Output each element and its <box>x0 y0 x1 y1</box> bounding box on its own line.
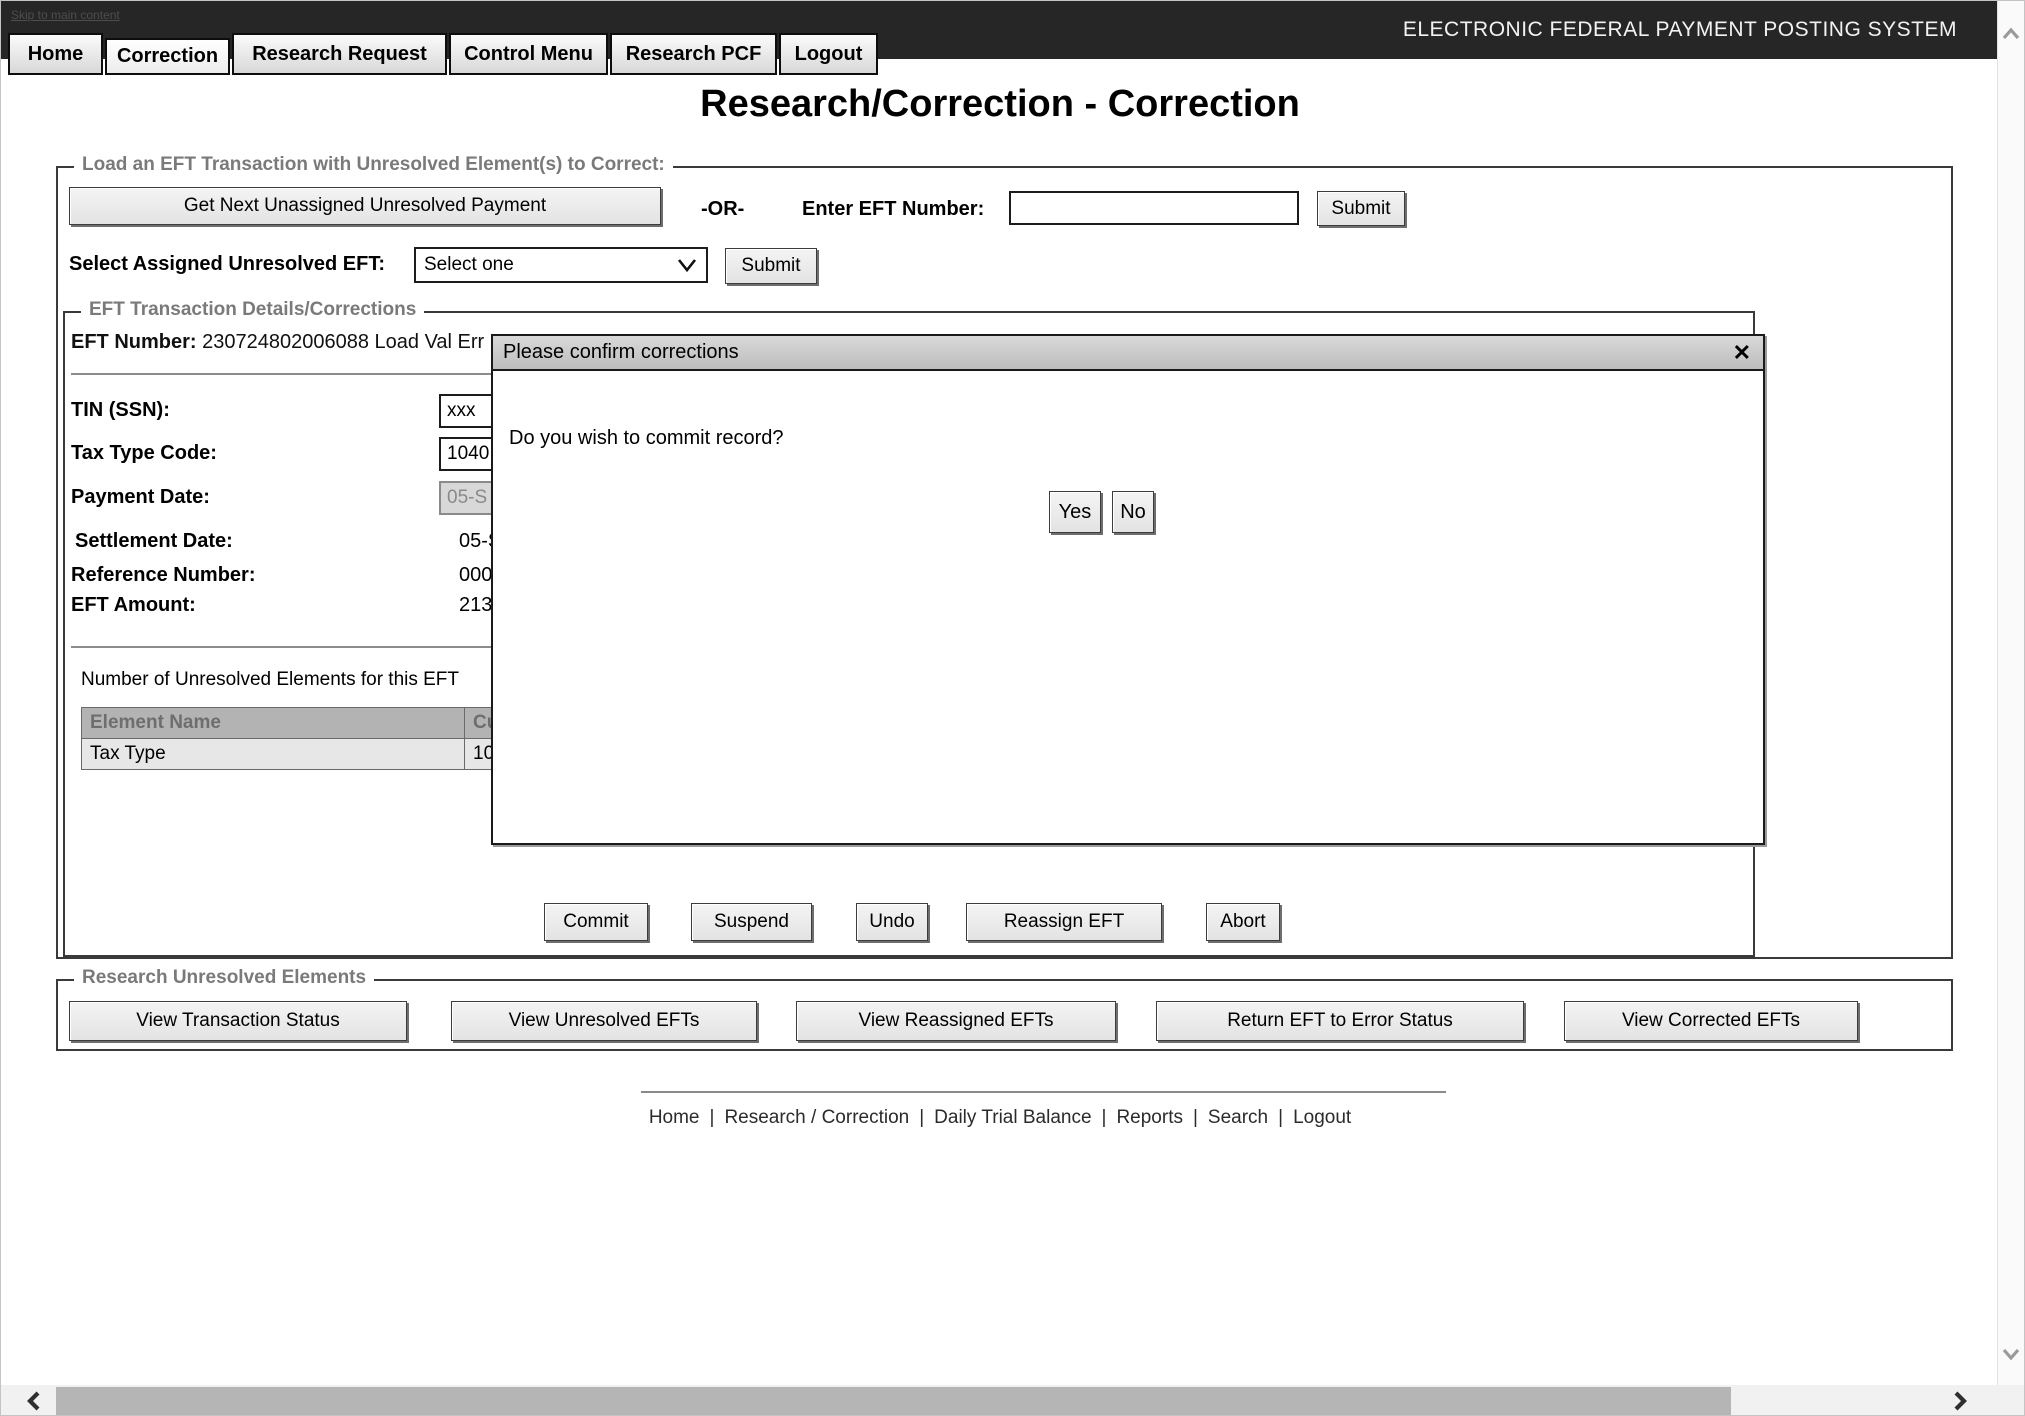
load-eft-legend: Load an EFT Transaction with Unresolved … <box>74 154 673 176</box>
tab-control-menu[interactable]: Control Menu <box>449 33 608 75</box>
page-title: Research/Correction - Correction <box>1 83 1999 126</box>
footer-separator: | <box>909 1107 934 1128</box>
assigned-eft-select-value: Select one <box>424 254 514 276</box>
footer-separator: | <box>1183 1107 1208 1128</box>
tab-logout-label: Logout <box>795 43 863 66</box>
abort-button[interactable]: Abort <box>1206 903 1280 941</box>
tab-logout[interactable]: Logout <box>779 33 878 75</box>
view-unresolved-efts-button[interactable]: View Unresolved EFTs <box>451 1001 757 1041</box>
footer-separator: | <box>1268 1107 1293 1128</box>
footer-separator: | <box>1092 1107 1117 1128</box>
eft-number-line-value: 230724802006088 Load Val Err <box>202 331 484 353</box>
research-unresolved-legend: Research Unresolved Elements <box>74 967 374 989</box>
tab-research-request[interactable]: Research Request <box>232 33 447 75</box>
tab-correction[interactable]: Correction <box>105 38 230 75</box>
app-window: Skip to main content ELECTRONIC FEDERAL … <box>0 0 2025 1416</box>
scroll-left-icon[interactable] <box>23 1389 47 1413</box>
commit-button[interactable]: Commit <box>544 903 648 941</box>
footer-link-daily-trial-balance[interactable]: Daily Trial Balance <box>934 1107 1091 1128</box>
footer-link-research-correction[interactable]: Research / Correction <box>724 1107 909 1128</box>
or-text: -OR- <box>701 198 744 221</box>
tab-home-label: Home <box>28 43 84 66</box>
footer-link-home[interactable]: Home <box>649 1107 700 1128</box>
eft-details-legend: EFT Transaction Details/Corrections <box>81 299 424 321</box>
select-assigned-eft-label: Select Assigned Unresolved EFT: <box>69 253 385 276</box>
tab-research-request-label: Research Request <box>252 43 427 66</box>
footer-link-logout[interactable]: Logout <box>1293 1107 1351 1128</box>
assigned-eft-select[interactable]: Select one <box>414 247 708 283</box>
footer-link-reports[interactable]: Reports <box>1116 1107 1183 1128</box>
vertical-scrollbar[interactable] <box>1997 1 2024 1385</box>
unresolved-count-text: Number of Unresolved Elements for this E… <box>81 669 459 691</box>
dialog-body: Do you wish to commit record? Yes No <box>491 371 1765 845</box>
view-corrected-efts-button[interactable]: View Corrected EFTs <box>1564 1001 1858 1041</box>
eft-number-input[interactable] <box>1009 191 1299 225</box>
footer-nav: Home|Research / Correction|Daily Trial B… <box>1 1107 1999 1129</box>
suspend-button[interactable]: Suspend <box>691 903 812 941</box>
get-next-unresolved-payment-button[interactable]: Get Next Unassigned Unresolved Payment <box>69 187 661 225</box>
return-eft-to-error-status-button[interactable]: Return EFT to Error Status <box>1156 1001 1524 1041</box>
close-icon[interactable]: ✕ <box>1733 338 1751 368</box>
eft-amount-label: EFT Amount: <box>71 594 196 617</box>
tab-correction-label: Correction <box>117 45 218 68</box>
tax-type-code-label: Tax Type Code: <box>71 442 217 465</box>
yes-button[interactable]: Yes <box>1049 491 1101 533</box>
reference-number-label: Reference Number: <box>71 564 256 587</box>
chevron-down-icon <box>676 255 698 275</box>
dialog-message: Do you wish to commit record? <box>509 427 784 450</box>
tin-label: TIN (SSN): <box>71 399 170 422</box>
view-reassigned-efts-button[interactable]: View Reassigned EFTs <box>796 1001 1116 1041</box>
enter-eft-number-label: Enter EFT Number: <box>802 198 984 221</box>
system-title: ELECTRONIC FEDERAL PAYMENT POSTING SYSTE… <box>1403 1 1957 59</box>
confirm-corrections-dialog: Please confirm corrections ✕ Do you wish… <box>491 334 1765 845</box>
tab-research-pcf[interactable]: Research PCF <box>610 33 777 75</box>
footer-link-search[interactable]: Search <box>1208 1107 1268 1128</box>
settlement-date-label: Settlement Date: <box>75 530 233 553</box>
dialog-title: Please confirm corrections <box>503 341 739 364</box>
payment-date-label: Payment Date: <box>71 486 210 509</box>
tab-research-pcf-label: Research PCF <box>626 43 762 66</box>
skip-to-content-link[interactable]: Skip to main content <box>11 8 120 22</box>
assigned-eft-submit-button[interactable]: Submit <box>725 248 817 284</box>
horizontal-scrollbar[interactable] <box>1 1385 2025 1416</box>
table-header-element-name: Element Name <box>82 708 465 739</box>
view-transaction-status-button[interactable]: View Transaction Status <box>69 1001 407 1041</box>
dialog-titlebar[interactable]: Please confirm corrections ✕ <box>491 334 1765 371</box>
no-button[interactable]: No <box>1112 491 1154 533</box>
reassign-eft-button[interactable]: Reassign EFT <box>966 903 1162 941</box>
eft-number-line: EFT Number: 230724802006088 Load Val Err <box>71 331 484 354</box>
undo-button[interactable]: Undo <box>856 903 928 941</box>
scroll-up-icon[interactable] <box>2000 23 2022 45</box>
eft-number-line-label: EFT Number: <box>71 331 197 353</box>
tab-home[interactable]: Home <box>8 33 103 75</box>
scroll-down-icon[interactable] <box>2000 1343 2022 1365</box>
table-cell-element-name: Tax Type <box>82 739 465 770</box>
scroll-right-icon[interactable] <box>1947 1389 1971 1413</box>
footer-separator: | <box>700 1107 725 1128</box>
tab-control-menu-label: Control Menu <box>464 43 593 66</box>
eft-number-submit-button[interactable]: Submit <box>1317 191 1405 226</box>
horizontal-scroll-thumb[interactable] <box>56 1387 1731 1415</box>
footer-divider <box>641 1091 1446 1093</box>
